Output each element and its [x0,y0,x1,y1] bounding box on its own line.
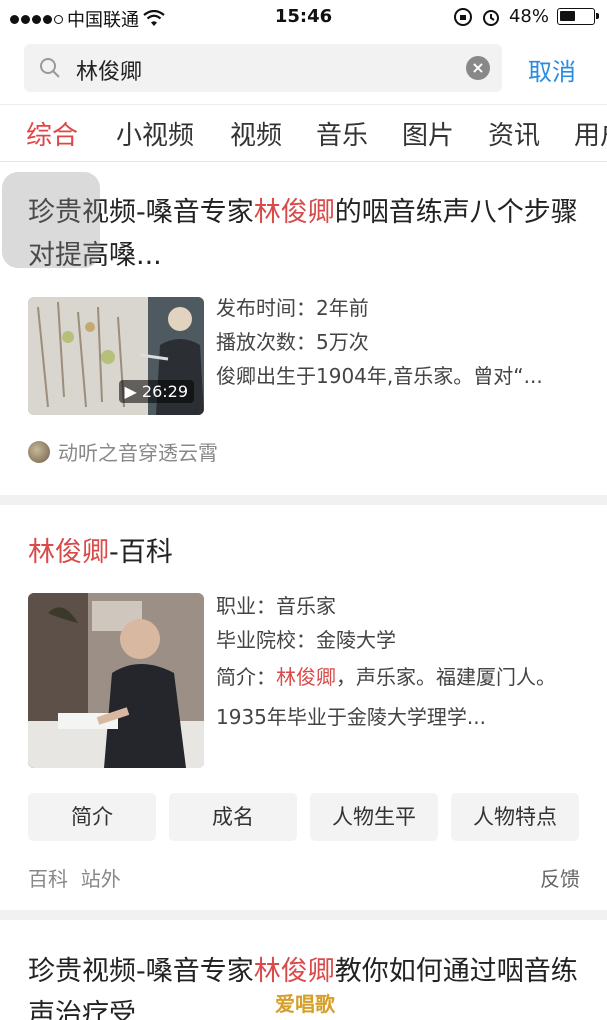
baike-photo[interactable] [28,593,204,768]
chip-fame[interactable]: 成名 [169,793,297,841]
title-text: -百科 [109,537,173,568]
occupation: 职业：音乐家 [216,594,336,618]
tab-news[interactable]: 资讯 [488,115,540,152]
title-highlight: 林俊卿 [253,197,335,228]
search-icon [40,58,60,78]
video-duration: ▶ 26:29 [118,380,194,403]
alarm-icon [482,9,499,26]
baike-title[interactable]: 林俊卿-百科 [28,531,583,574]
card-divider [0,495,607,505]
tab-all[interactable]: 综合 [26,115,78,152]
tab-images[interactable]: 图片 [402,115,454,152]
battery-percent: 48% [508,6,549,27]
watermark: 爱唱歌 [275,992,335,1016]
source-label: 百科 站外 [28,867,121,891]
category-tabs: 综合 小视频 视频 音乐 图片 资讯 用户 [0,104,607,162]
publish-time: 发布时间：2年前 [216,296,369,320]
baike-footer: 百科 站外 反馈 [28,863,580,892]
play-count: 播放次数：5万次 [216,330,369,354]
tab-video[interactable]: 视频 [230,115,282,152]
feedback-link[interactable]: 反馈 [540,863,580,892]
clear-icon[interactable]: × [466,56,490,80]
video-thumbnail[interactable]: ▶ 26:29 [28,297,204,415]
result-title[interactable]: 珍贵视频-嗓音专家林俊卿的咽音练声八个步骤对提高嗓... [28,191,583,277]
search-query[interactable]: 林俊卿 [76,54,142,86]
status-bar: 中国联通 15:46 48% [0,0,607,34]
rotation-lock-icon [453,7,472,26]
battery-icon [557,8,599,25]
title-highlight: 林俊卿 [253,956,335,987]
title-text: 珍贵视频-嗓音专家 [28,956,254,987]
card-divider [0,910,607,920]
cancel-button[interactable]: 取消 [528,52,576,87]
video-meta: 发布时间：2年前 播放次数：5万次 俊卿出生于1904年,音乐家。曾对“... [216,291,586,393]
baike-summary: 简介：林俊卿，声乐家。福建厦门人。1935年毕业于金陵大学理学... [216,665,556,729]
tab-music[interactable]: 音乐 [316,115,368,152]
tab-users[interactable]: 用户 [574,115,607,152]
chip-biography[interactable]: 人物生平 [310,793,438,841]
search-bar: 林俊卿 × 取消 [0,44,607,94]
chip-intro[interactable]: 简介 [28,793,156,841]
source-name: 动听之音穿透云霄 [58,441,218,465]
result-card-baike[interactable]: 林俊卿-百科 职业：音乐家 毕业院校：金陵大学 简介：林俊卿，声乐家。福建厦门人… [0,505,607,910]
chip-traits[interactable]: 人物特点 [451,793,579,841]
source-row[interactable]: 动听之音穿透云霄 [28,437,218,466]
search-input[interactable]: 林俊卿 × [24,44,502,92]
baike-photo-image [28,593,204,768]
tab-short-video[interactable]: 小视频 [116,115,194,152]
video-summary: 俊卿出生于1904年,音乐家。曾对“... [216,364,543,388]
alma-mater: 毕业院校：金陵大学 [216,628,396,652]
title-highlight: 林俊卿 [28,537,109,568]
baike-meta: 职业：音乐家 毕业院校：金陵大学 简介：林俊卿，声乐家。福建厦门人。1935年毕… [216,589,586,737]
status-right: 48% [453,6,599,27]
battery-level [560,11,575,21]
touch-highlight [2,172,100,268]
baike-chips: 简介 成名 人物生平 人物特点 [28,793,588,841]
source-avatar [28,440,50,463]
